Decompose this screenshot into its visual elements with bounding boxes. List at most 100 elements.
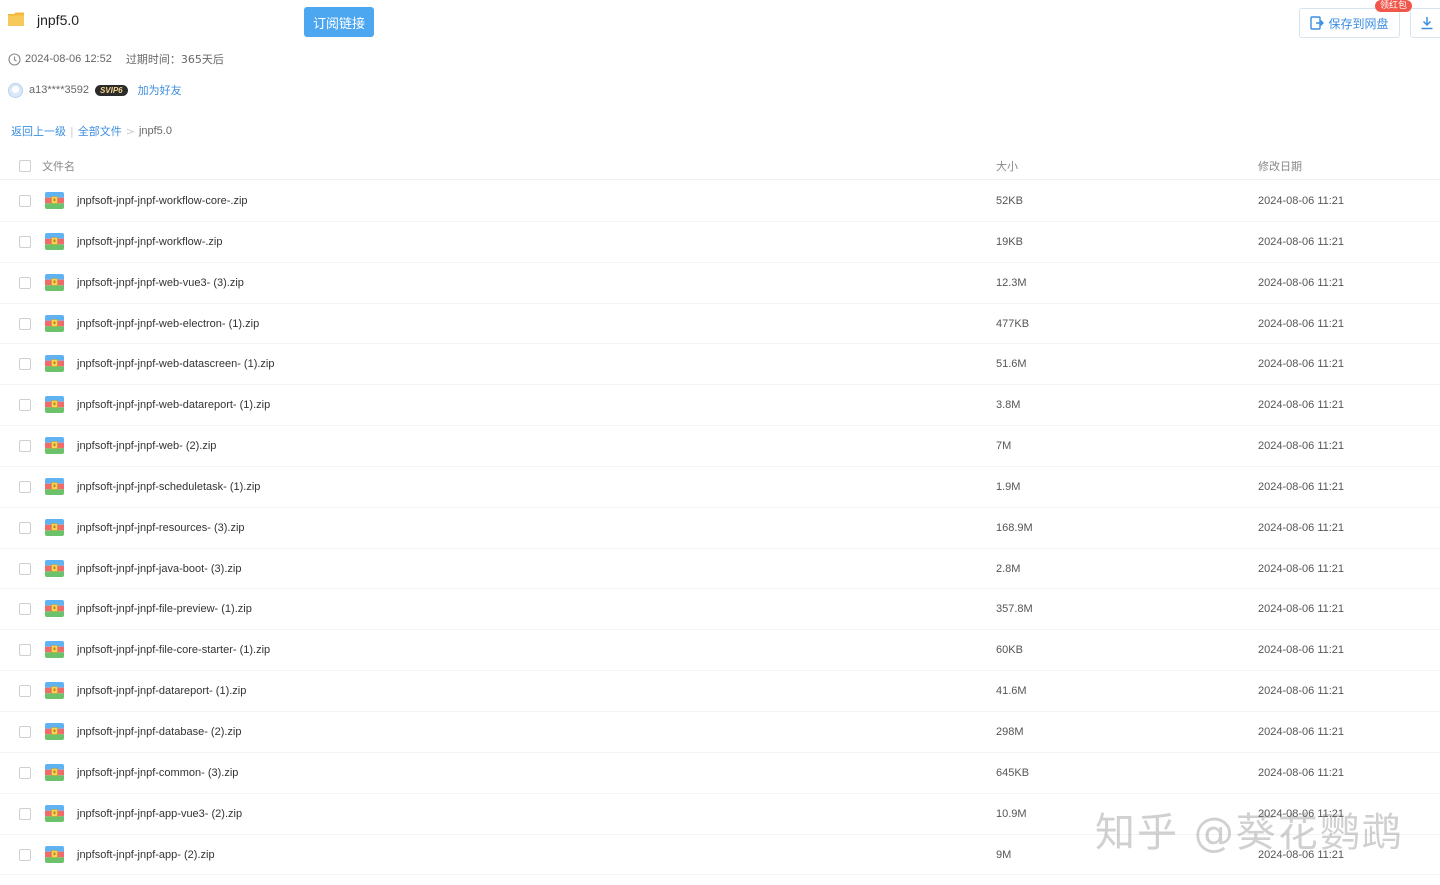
row-checkbox[interactable]	[19, 440, 31, 453]
row-checkbox[interactable]	[19, 399, 31, 412]
zip-file-icon	[45, 641, 64, 659]
file-size: 52KB	[996, 195, 1023, 207]
file-modified-date: 2024-08-06 11:21	[1258, 317, 1345, 330]
zip-file-icon	[45, 559, 64, 577]
file-name[interactable]: jnpfsoft-jnpf-jnpf-java-boot- (3).zip	[77, 563, 241, 575]
column-header-size[interactable]: 大小	[996, 158, 1018, 174]
column-header-date[interactable]: 修改日期	[1258, 158, 1302, 174]
zip-file-icon	[45, 437, 64, 455]
file-size: 41.6M	[996, 685, 1027, 698]
save-icon	[1310, 16, 1325, 30]
file-name[interactable]: jnpfsoft-jnpf-jnpf-app- (2).zip	[77, 849, 215, 861]
file-row[interactable]: jnpfsoft-jnpf-jnpf-file-preview- (1).zip…	[0, 589, 1440, 631]
zip-file-icon	[45, 763, 64, 781]
file-row[interactable]: jnpfsoft-jnpf-jnpf-web-vue3- (3).zip 12.…	[0, 263, 1440, 304]
file-row[interactable]: jnpfsoft-jnpf-jnpf-file-core-starter- (1…	[0, 630, 1440, 672]
file-modified-date: 2024-08-06 11:21	[1258, 766, 1345, 779]
breadcrumb-separator: >	[125, 124, 135, 138]
file-row[interactable]: jnpfsoft-jnpf-jnpf-java-boot- (3).zip 2.…	[0, 549, 1440, 590]
row-checkbox[interactable]	[19, 317, 31, 330]
breadcrumb-current: jnpf5.0	[138, 125, 172, 137]
clock-icon	[8, 52, 21, 66]
add-friend-link[interactable]: 加为好友	[138, 82, 182, 98]
file-modified-date: 2024-08-06 11:21	[1258, 562, 1345, 575]
row-checkbox[interactable]	[19, 766, 31, 779]
select-all-checkbox[interactable]	[19, 160, 31, 172]
svip-badge: SVIP6	[94, 84, 128, 96]
file-row[interactable]: jnpfsoft-jnpf-jnpf-workflow-.zip 19KB 20…	[0, 222, 1440, 263]
file-row[interactable]: jnpfsoft-jnpf-jnpf-web- (2).zip 7M 2024-…	[0, 426, 1440, 467]
file-row[interactable]: jnpfsoft-jnpf-jnpf-web-datascreen- (1).z…	[0, 344, 1440, 386]
row-checkbox[interactable]	[19, 195, 31, 207]
file-row[interactable]: jnpfsoft-jnpf-jnpf-app- (2).zip 9M 2024-…	[0, 835, 1440, 876]
row-checkbox[interactable]	[19, 480, 31, 493]
file-name[interactable]: jnpfsoft-jnpf-jnpf-database- (2).zip	[77, 726, 241, 738]
column-header-name[interactable]: 文件名	[42, 158, 75, 174]
row-checkbox[interactable]	[19, 358, 31, 371]
sharer-name[interactable]: a13****3592	[29, 84, 89, 96]
file-name[interactable]: jnpfsoft-jnpf-jnpf-common- (3).zip	[77, 767, 238, 779]
file-modified-date: 2024-08-06 11:21	[1258, 725, 1345, 738]
subscribe-link-button[interactable]: 订阅链接	[304, 7, 374, 37]
breadcrumb-back[interactable]: 返回上一级	[11, 123, 66, 139]
download-icon	[1421, 17, 1433, 30]
row-checkbox[interactable]	[19, 848, 31, 861]
row-checkbox[interactable]	[19, 644, 31, 657]
row-checkbox[interactable]	[19, 521, 31, 534]
file-row[interactable]: jnpfsoft-jnpf-jnpf-resources- (3).zip 16…	[0, 508, 1440, 549]
download-button[interactable]	[1410, 8, 1440, 38]
file-row[interactable]: jnpfsoft-jnpf-jnpf-database- (2).zip 298…	[0, 712, 1440, 753]
zip-file-icon	[45, 477, 64, 495]
file-size: 51.6M	[996, 358, 1027, 371]
file-row[interactable]: jnpfsoft-jnpf-jnpf-web-datareport- (1).z…	[0, 385, 1440, 427]
file-name[interactable]: jnpfsoft-jnpf-jnpf-file-core-starter- (1…	[77, 644, 270, 656]
avatar[interactable]	[8, 82, 23, 98]
zip-file-icon	[45, 845, 64, 863]
file-modified-date: 2024-08-06 11:21	[1258, 440, 1345, 453]
file-name[interactable]: jnpfsoft-jnpf-jnpf-app-vue3- (2).zip	[77, 808, 242, 820]
file-row[interactable]: jnpfsoft-jnpf-jnpf-common- (3).zip 645KB…	[0, 753, 1440, 794]
file-size: 645KB	[996, 766, 1030, 779]
file-table-header: 文件名 大小 修改日期	[0, 150, 1440, 180]
file-name[interactable]: jnpfsoft-jnpf-jnpf-datareport- (1).zip	[77, 685, 246, 697]
file-size: 298M	[996, 725, 1024, 738]
file-row[interactable]: jnpfsoft-jnpf-jnpf-app-vue3- (2).zip 10.…	[0, 794, 1440, 835]
file-modified-date: 2024-08-06 11:21	[1258, 399, 1345, 412]
file-name[interactable]: jnpfsoft-jnpf-jnpf-workflow-.zip	[77, 236, 223, 248]
file-name[interactable]: jnpfsoft-jnpf-jnpf-scheduletask- (1).zip	[77, 481, 260, 493]
breadcrumb-all-files[interactable]: 全部文件	[78, 123, 122, 139]
zip-file-icon	[45, 314, 64, 332]
file-name[interactable]: jnpfsoft-jnpf-jnpf-web-electron- (1).zip	[77, 318, 259, 330]
file-modified-date: 2024-08-06 11:21	[1258, 480, 1345, 493]
file-row[interactable]: jnpfsoft-jnpf-jnpf-workflow-core-.zip 52…	[0, 181, 1440, 222]
file-name[interactable]: jnpfsoft-jnpf-jnpf-file-preview- (1).zip	[77, 603, 252, 615]
file-modified-date: 2024-08-06 11:21	[1258, 848, 1345, 861]
file-name[interactable]: jnpfsoft-jnpf-jnpf-workflow-core-.zip	[77, 195, 248, 207]
file-row[interactable]: jnpfsoft-jnpf-jnpf-datareport- (1).zip 4…	[0, 671, 1440, 712]
file-name[interactable]: jnpfsoft-jnpf-jnpf-web- (2).zip	[77, 440, 216, 452]
file-name[interactable]: jnpfsoft-jnpf-jnpf-resources- (3).zip	[77, 522, 245, 534]
row-checkbox[interactable]	[19, 807, 31, 820]
file-size: 7M	[996, 440, 1012, 453]
row-checkbox[interactable]	[19, 235, 31, 248]
sharer-info: a13****3592 SVIP6 加为好友	[8, 82, 182, 98]
file-name[interactable]: jnpfsoft-jnpf-jnpf-web-datascreen- (1).z…	[77, 358, 274, 370]
expire-time: 过期时间：365天后	[125, 53, 224, 66]
file-list: jnpfsoft-jnpf-jnpf-workflow-core-.zip 52…	[0, 181, 1440, 876]
file-name[interactable]: jnpfsoft-jnpf-jnpf-web-vue3- (3).zip	[77, 277, 244, 289]
zip-file-icon	[45, 273, 64, 291]
row-checkbox[interactable]	[19, 725, 31, 738]
row-checkbox[interactable]	[19, 562, 31, 575]
save-to-cloud-button[interactable]: 保存到网盘	[1299, 8, 1400, 38]
file-size: 168.9M	[996, 521, 1033, 534]
row-checkbox[interactable]	[19, 603, 31, 616]
row-checkbox[interactable]	[19, 276, 31, 289]
file-row[interactable]: jnpfsoft-jnpf-jnpf-web-electron- (1).zip…	[0, 304, 1440, 345]
file-name[interactable]: jnpfsoft-jnpf-jnpf-web-datareport- (1).z…	[77, 399, 270, 411]
zip-file-icon	[45, 355, 64, 373]
breadcrumb: 返回上一级 | 全部文件 > jnpf5.0	[11, 123, 172, 139]
zip-file-icon	[45, 600, 64, 618]
row-checkbox[interactable]	[19, 685, 31, 698]
zip-file-icon	[45, 518, 64, 536]
file-row[interactable]: jnpfsoft-jnpf-jnpf-scheduletask- (1).zip…	[0, 467, 1440, 508]
